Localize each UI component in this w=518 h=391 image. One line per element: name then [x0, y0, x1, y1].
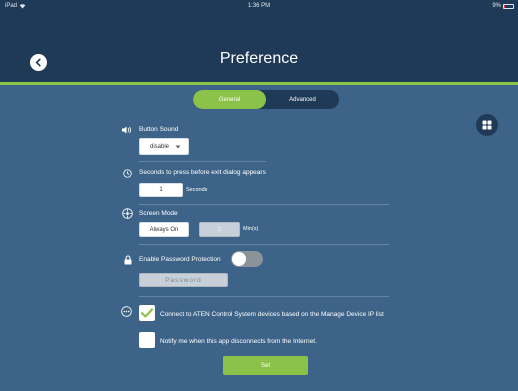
screen-mode-icon: [122, 208, 133, 219]
lock-icon: [124, 255, 132, 265]
tab-advanced[interactable]: Advanced: [266, 90, 339, 109]
header-bar: Preference: [0, 14, 518, 82]
page-title: Preference: [219, 50, 299, 67]
speaker-icon: [122, 126, 132, 134]
caret-down-icon: [175, 145, 181, 148]
grid-menu-button[interactable]: [476, 114, 498, 136]
connect-checkbox[interactable]: [139, 305, 155, 321]
checkmark-icon: [141, 308, 153, 318]
preference-panel: [0, 85, 518, 391]
connection-icon: [121, 306, 132, 317]
screen-minutes-unit: Min(s): [243, 226, 259, 232]
battery-percent: 9%: [492, 3, 501, 9]
status-time: 1:36 PM: [247, 3, 271, 9]
divider: [139, 296, 389, 297]
clock-icon: [123, 169, 132, 178]
set-button[interactable]: Set: [223, 356, 308, 375]
status-bar: iPad 1:36 PM 9%: [0, 0, 518, 14]
button-sound-label: Button Sound: [139, 126, 179, 133]
button-sound-select[interactable]: disable: [139, 138, 189, 155]
connect-label: Connect to ATEN Control System devices b…: [160, 311, 384, 318]
password-protection-label: Enable Password Protection: [139, 256, 221, 263]
tab-switcher: General Advanced: [193, 90, 339, 109]
screen-minutes-input[interactable]: 1: [199, 222, 240, 237]
password-field[interactable]: Password: [139, 273, 228, 287]
grid-icon: [482, 120, 492, 130]
divider: [139, 161, 266, 162]
tab-general[interactable]: General: [193, 90, 266, 109]
toggle-knob: [232, 252, 246, 266]
button-sound-value: disable: [150, 143, 170, 150]
notify-checkbox[interactable]: [139, 332, 155, 348]
screen-mode-label: Screen Mode: [139, 210, 178, 217]
exit-dialog-label: Seconds to press before exit dialog appe…: [139, 169, 266, 176]
battery-icon: [503, 3, 514, 9]
exit-seconds-input[interactable]: 1: [139, 183, 183, 197]
exit-seconds-unit: Seconds: [186, 187, 208, 193]
password-toggle[interactable]: [231, 251, 263, 267]
divider: [139, 244, 389, 245]
divider: [139, 204, 389, 205]
notify-label: Notify me when this app disconnects from…: [160, 338, 317, 345]
battery-status: 9%: [492, 3, 514, 9]
screen-mode-select[interactable]: Always On: [139, 222, 189, 237]
